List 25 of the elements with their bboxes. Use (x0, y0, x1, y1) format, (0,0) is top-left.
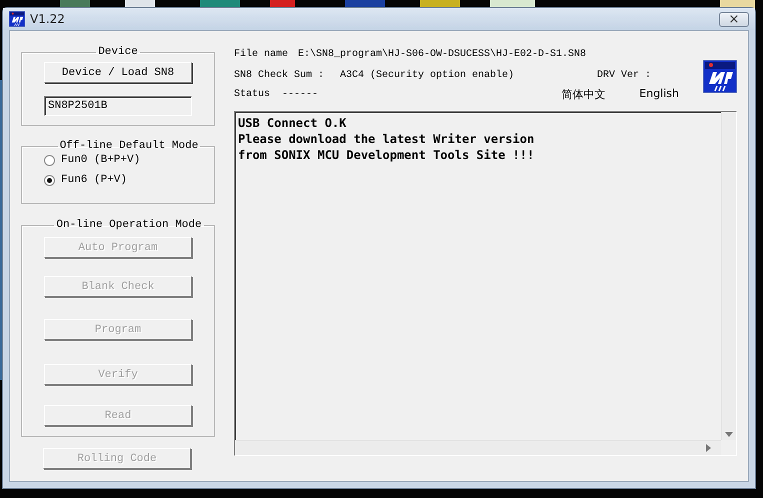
scroll-right-icon[interactable] (706, 444, 711, 452)
checksum-value: A3C4 (Security option enable) (340, 70, 514, 81)
driver-version-label: DRV Ver : (596, 70, 651, 81)
group-title: On-line Operation Mode (55, 219, 203, 231)
mode-radio[interactable]: Fun0 (B+P+V) (44, 154, 214, 166)
window-title: V1.22 (30, 12, 65, 26)
language-link[interactable]: English (639, 87, 679, 102)
file-name-label: File name (234, 49, 288, 60)
close-button[interactable]: × (719, 12, 749, 26)
status-value: ------ (282, 89, 318, 100)
status-label: Status (234, 89, 272, 100)
language-link[interactable]: 简体中文 (561, 87, 606, 102)
group-title: Device (97, 46, 139, 58)
device-field[interactable]: SN8P2501B (44, 96, 192, 116)
app-icon (9, 11, 25, 27)
log-line: USB Connect O.K (238, 115, 348, 131)
scroll-down-icon[interactable] (725, 432, 733, 437)
log-line: Please download the latest Writer version (238, 131, 536, 147)
group-title: Off-line Default Mode (58, 140, 200, 152)
logo-icon (703, 60, 737, 93)
file-path: E:\SN8_program\HJ-S06-OW-DSUCESS\HJ-E02-D-S1.SN8 (298, 49, 586, 60)
load-button[interactable]: Device / Load SN8 (44, 62, 192, 83)
log-line: from SONIX MCU Development Tools Site !!! (238, 147, 536, 163)
mode-radio[interactable]: Fun6 (P+V) (44, 174, 214, 186)
checksum-label: SN8 Check Sum : (234, 70, 326, 81)
